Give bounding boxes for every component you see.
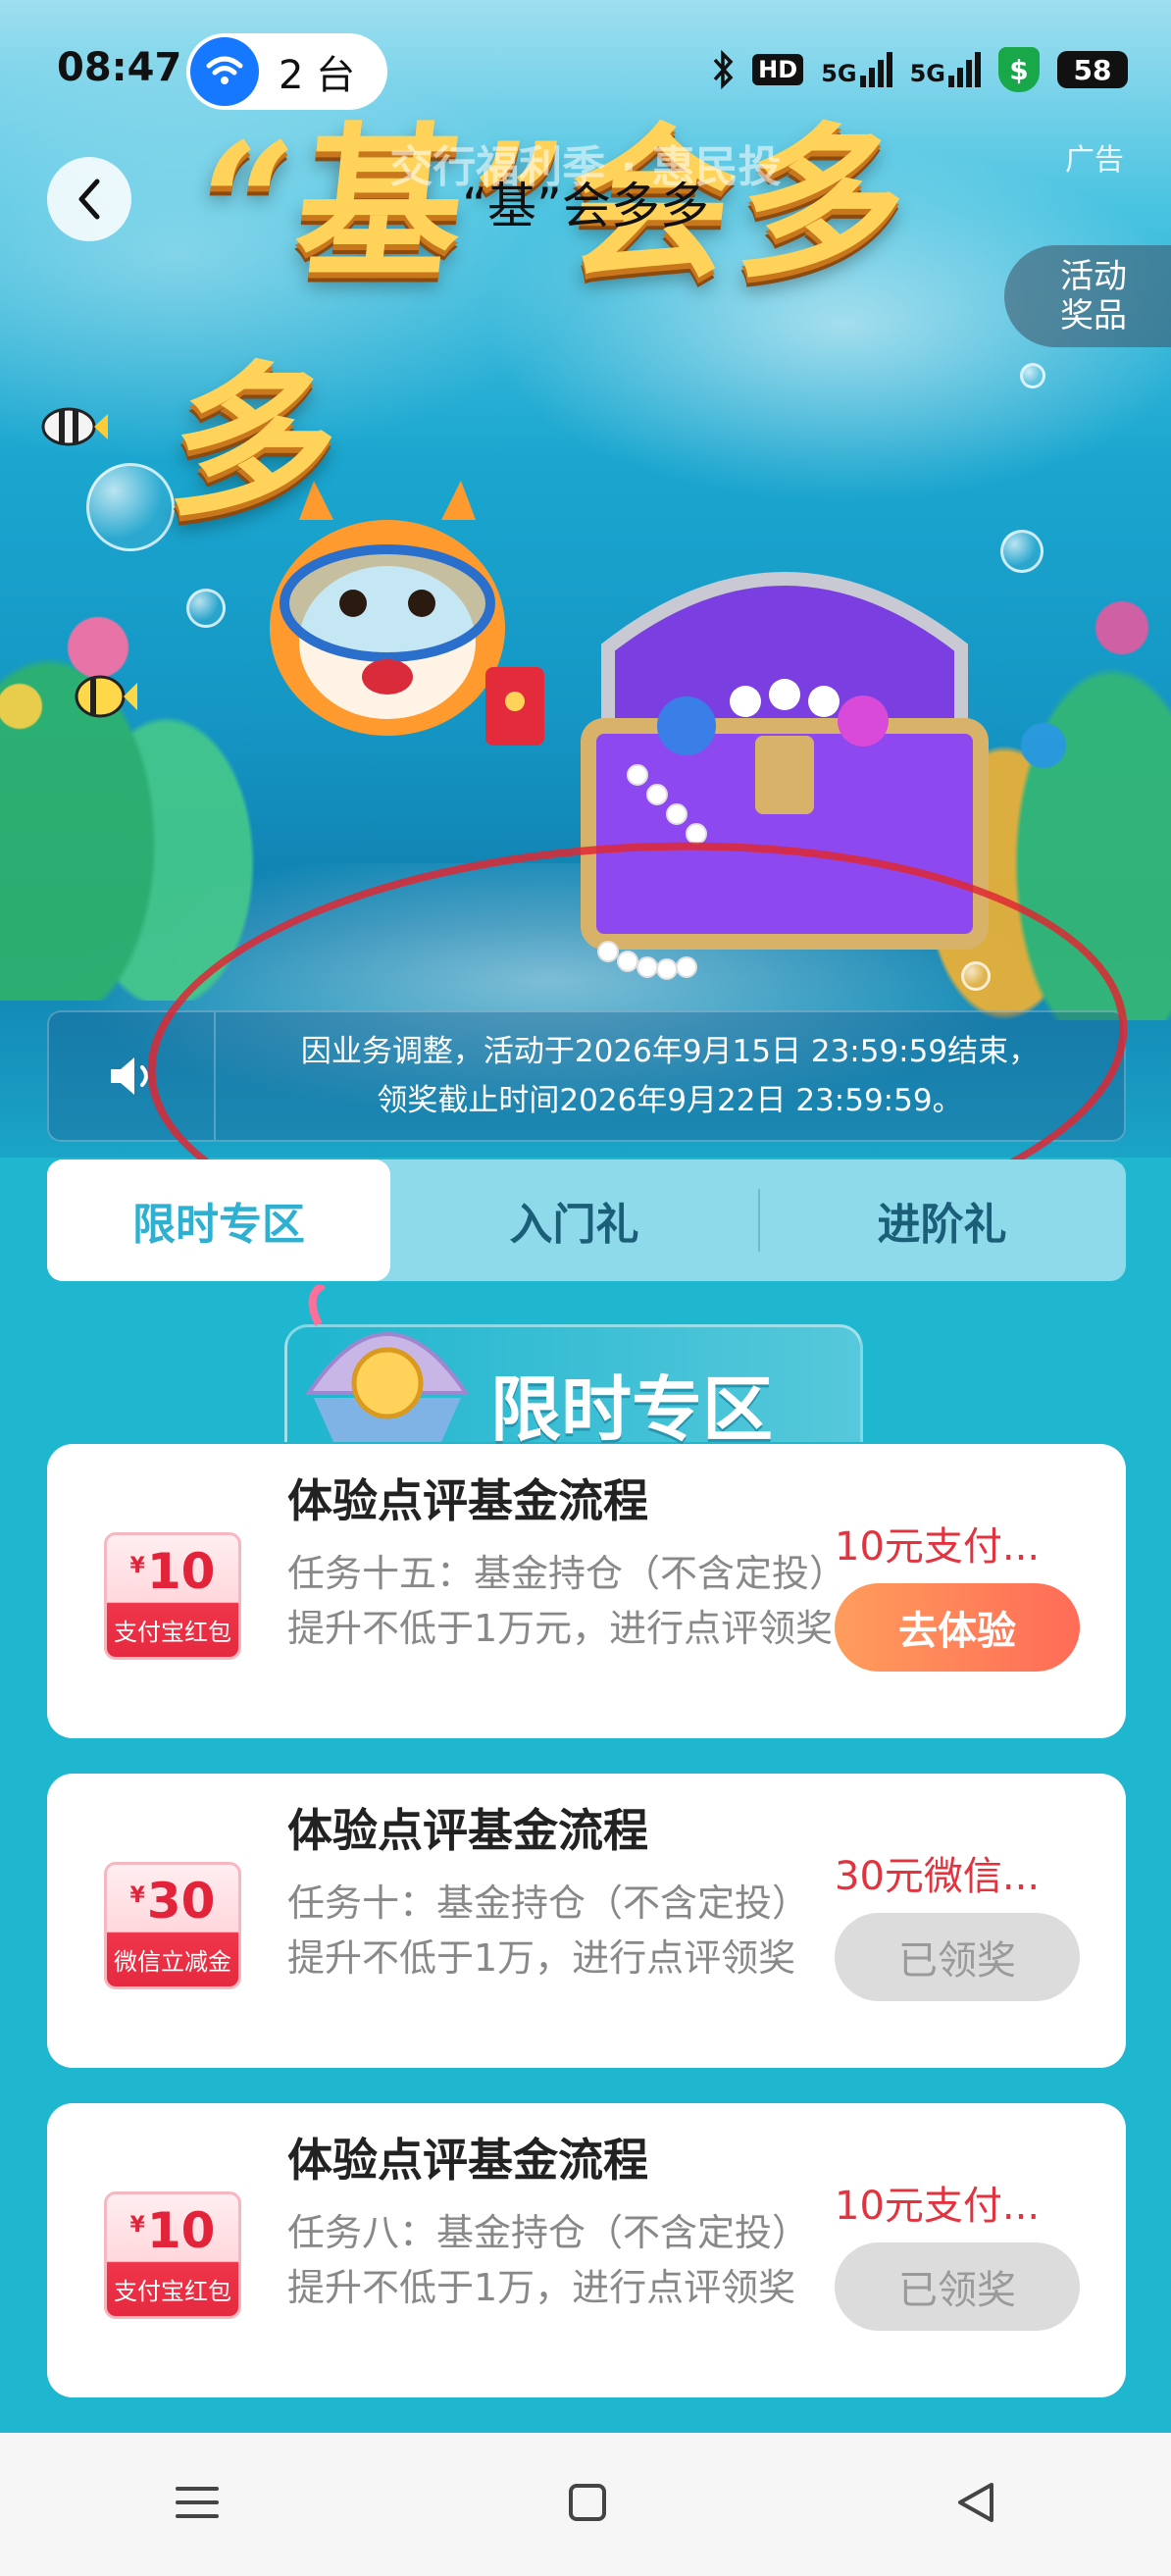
home-square-icon [569, 2484, 606, 2521]
hotspot-count: 2 台 [279, 53, 356, 98]
menu-icon [176, 2487, 219, 2518]
coupon-type: 微信立减金 [114, 1948, 231, 1976]
task-reward: 30元微信... [835, 1854, 1041, 1899]
system-icons: HD 5G 5G $ 58 [711, 47, 1128, 92]
bubble [186, 589, 226, 628]
system-navigation-bar [0, 2433, 1171, 2576]
task-description: 任务八：基金持仓（不含定投）提升不低于1万，进行点评领奖 [287, 2211, 810, 2309]
tab-starter-gift[interactable]: 入门礼 [390, 1159, 758, 1281]
prize-button-line2: 奖品 [1060, 296, 1127, 335]
treasure-chest-illustration [581, 572, 989, 980]
bluetooth-icon [713, 50, 734, 89]
task-card: ¥10 支付宝红包 体验点评基金流程 任务十五：基金持仓（不含定投）提升不低于1… [47, 1444, 1126, 1738]
menu-button[interactable] [174, 2483, 221, 2526]
status-bar: 08:47 2 台 HD 5G 5G $ 58 [0, 0, 1171, 137]
coupon-badge: ¥10 支付宝红包 [104, 1532, 241, 1660]
status-time: 08:47 [57, 45, 182, 90]
coupon-currency: ¥ [129, 1554, 145, 1578]
network-type: 5G [909, 60, 945, 87]
coral-left [0, 589, 255, 1001]
hotspot-icon [190, 37, 259, 106]
try-task-button[interactable]: 去体验 [835, 1583, 1080, 1672]
task-card: ¥10 支付宝红包 体验点评基金流程 任务八：基金持仓（不含定投）提升不低于1万… [47, 2103, 1126, 2397]
coupon-badge: ¥10 支付宝红包 [104, 2191, 241, 2319]
notice-line1: 因业务调整，活动于2026年9月15日 23:59:59结束， [300, 1034, 1040, 1069]
security-shield-icon: $ [998, 47, 1040, 92]
network-type: 5G [821, 60, 857, 87]
signal-icon: 5G [821, 52, 892, 87]
claimed-button[interactable]: 已领奖 [835, 1913, 1080, 2001]
coupon-amount-wrap: ¥10 [107, 2202, 238, 2259]
fish-icon [75, 675, 137, 718]
coupon-amount-wrap: ¥30 [107, 1873, 238, 1930]
task-reward: 10元支付... [835, 1524, 1041, 1570]
back-triangle-icon [958, 2483, 993, 2522]
coupon-currency: ¥ [129, 1883, 145, 1908]
signal-icon: 5G [910, 52, 981, 87]
coupon-amount: 10 [146, 1543, 216, 1600]
task-description: 任务十：基金持仓（不含定投）提升不低于1万，进行点评领奖 [287, 1881, 810, 1980]
speaker-icon-wrap [49, 1012, 216, 1140]
back-nav-button[interactable] [954, 2481, 997, 2528]
hotspot-indicator[interactable]: 2 台 [186, 33, 387, 110]
task-title: 体验点评基金流程 [287, 1804, 648, 1857]
coupon-amount-wrap: ¥10 [107, 1543, 238, 1600]
coupon-badge: ¥30 微信立减金 [104, 1862, 241, 1989]
task-title: 体验点评基金流程 [287, 1474, 648, 1527]
home-button[interactable] [568, 2483, 607, 2526]
tab-limited-time[interactable]: 限时专区 [47, 1159, 390, 1281]
tab-label: 入门礼 [509, 1200, 639, 1250]
coupon-amount: 30 [146, 1873, 216, 1930]
task-reward: 10元支付... [835, 2184, 1041, 2229]
section-title: 限时专区 [490, 1368, 774, 1451]
fish-icon [41, 407, 108, 446]
coupon-type: 支付宝红包 [114, 1619, 231, 1646]
activity-prize-button[interactable]: 活动 奖品 [1004, 245, 1171, 347]
shell-coin-icon [305, 1285, 470, 1442]
tab-advanced-gift[interactable]: 进阶礼 [758, 1159, 1126, 1281]
speaker-icon [111, 1057, 148, 1095]
task-card: ¥30 微信立减金 体验点评基金流程 任务十：基金持仓（不含定投）提升不低于1万… [47, 1774, 1126, 2068]
notice-banner: 因业务调整，活动于2026年9月15日 23:59:59结束， 领奖截止时间20… [47, 1010, 1126, 1142]
coupon-currency: ¥ [129, 2213, 145, 2238]
claimed-button[interactable]: 已领奖 [835, 2242, 1080, 2331]
tab-label: 限时专区 [132, 1200, 305, 1250]
coupon-amount: 10 [146, 2202, 216, 2259]
page-title: “基”会多多 [462, 178, 709, 234]
task-title: 体验点评基金流程 [287, 2134, 648, 2187]
notice-line2: 领奖截止时间2026年9月22日 23:59:59。 [377, 1083, 963, 1118]
coupon-type: 支付宝红包 [114, 2278, 231, 2305]
task-description: 任务十五：基金持仓（不含定投）提升不低于1万元，进行点评领奖 [287, 1552, 834, 1650]
battery-icon: 58 [1057, 51, 1128, 88]
notice-text: 因业务调整，活动于2026年9月15日 23:59:59结束， 领奖截止时间20… [216, 1027, 1124, 1125]
bubble [1020, 363, 1045, 388]
tab-label: 进阶礼 [877, 1200, 1007, 1250]
ad-label: 广告 [1065, 143, 1124, 178]
tab-bar: 限时专区 入门礼 进阶礼 [47, 1159, 1126, 1281]
hd-icon: HD [752, 54, 804, 85]
prize-button-line1: 活动 [1060, 257, 1127, 296]
